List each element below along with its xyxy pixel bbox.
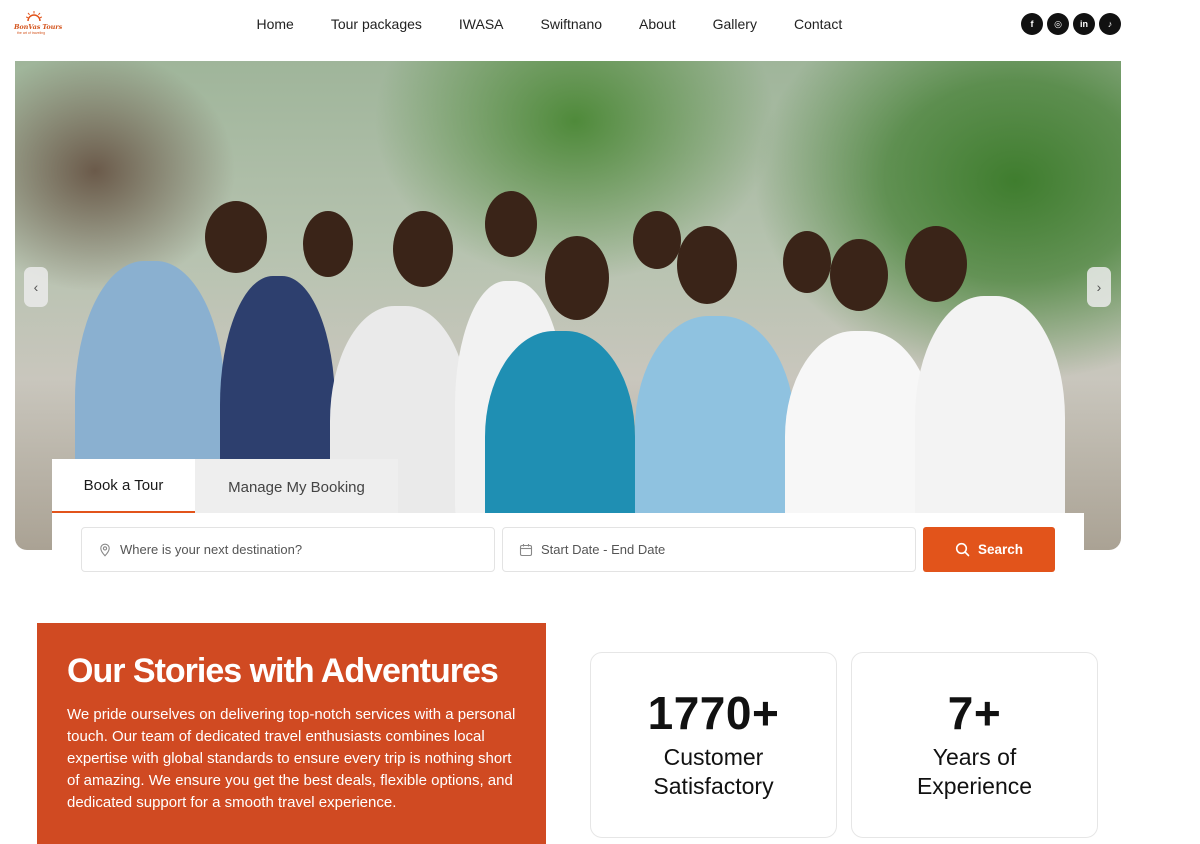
destination-input[interactable]: Where is your next destination? xyxy=(81,527,495,572)
tab-manage-my-booking[interactable]: Manage My Booking xyxy=(195,459,398,513)
facebook-icon[interactable]: f xyxy=(1021,13,1043,35)
carousel-prev-button[interactable]: ‹ xyxy=(24,267,48,307)
person-head xyxy=(545,236,609,320)
destination-placeholder: Where is your next destination? xyxy=(120,542,303,557)
stat-value: 1770+ xyxy=(647,687,780,739)
logo-tagline: the art of traveling xyxy=(17,31,46,35)
tiktok-icon[interactable]: ♪ xyxy=(1099,13,1121,35)
stat-label: Customer Satisfactory xyxy=(653,744,774,799)
calendar-icon xyxy=(519,543,533,556)
nav-about[interactable]: About xyxy=(639,16,676,32)
booking-tabs: Book a Tour Manage My Booking xyxy=(52,459,398,513)
linkedin-icon[interactable]: in xyxy=(1073,13,1095,35)
sun-logo-icon xyxy=(26,11,42,21)
person-head xyxy=(303,211,353,277)
stories-title: Our Stories with Adventures xyxy=(67,652,499,690)
nav-home[interactable]: Home xyxy=(257,16,294,32)
brand-logo[interactable]: BonVas Tours the art of traveling xyxy=(14,11,62,37)
site-header: BonVas Tours the art of traveling Home T… xyxy=(0,0,1200,50)
person-head xyxy=(393,211,453,287)
person-head xyxy=(677,226,737,304)
location-pin-icon xyxy=(100,543,110,557)
search-button[interactable]: Search xyxy=(923,527,1055,572)
stories-section: Our Stories with Adventures We pride our… xyxy=(37,623,546,844)
nav-tour-packages[interactable]: Tour packages xyxy=(331,16,422,32)
social-links: f ◎ in ♪ xyxy=(1021,13,1121,35)
person-head xyxy=(783,231,831,293)
instagram-icon[interactable]: ◎ xyxy=(1047,13,1069,35)
date-range-input[interactable]: Start Date - End Date xyxy=(502,527,916,572)
carousel-next-button[interactable]: › xyxy=(1087,267,1111,307)
nav-iwasa[interactable]: IWASA xyxy=(459,16,504,32)
search-button-label: Search xyxy=(977,542,1024,557)
stories-body: We pride ourselves on delivering top-not… xyxy=(67,706,516,811)
tab-book-a-tour[interactable]: Book a Tour xyxy=(52,459,195,513)
main-nav: Home Tour packages IWASA Swiftnano About… xyxy=(238,16,861,32)
nav-gallery[interactable]: Gallery xyxy=(713,16,757,32)
person-head xyxy=(830,239,888,311)
date-range-placeholder: Start Date - End Date xyxy=(541,542,666,557)
person-head xyxy=(633,211,681,269)
person-head xyxy=(205,201,267,273)
stat-label: Years of Experience xyxy=(916,744,1033,799)
logo-text: BonVas Tours xyxy=(14,23,63,31)
person-head xyxy=(485,191,537,257)
stat-value: 7+ xyxy=(947,687,1002,739)
nav-swiftnano[interactable]: Swiftnano xyxy=(541,16,602,32)
booking-form: Where is your next destination? Start Da… xyxy=(52,513,1084,587)
nav-contact[interactable]: Contact xyxy=(794,16,842,32)
person-figure xyxy=(915,296,1065,550)
person-head xyxy=(905,226,967,302)
stat-card-customers: 1770+ Customer Satisfactory xyxy=(590,652,837,838)
stat-card-years: 7+ Years of Experience xyxy=(851,652,1098,838)
search-icon xyxy=(955,542,970,557)
